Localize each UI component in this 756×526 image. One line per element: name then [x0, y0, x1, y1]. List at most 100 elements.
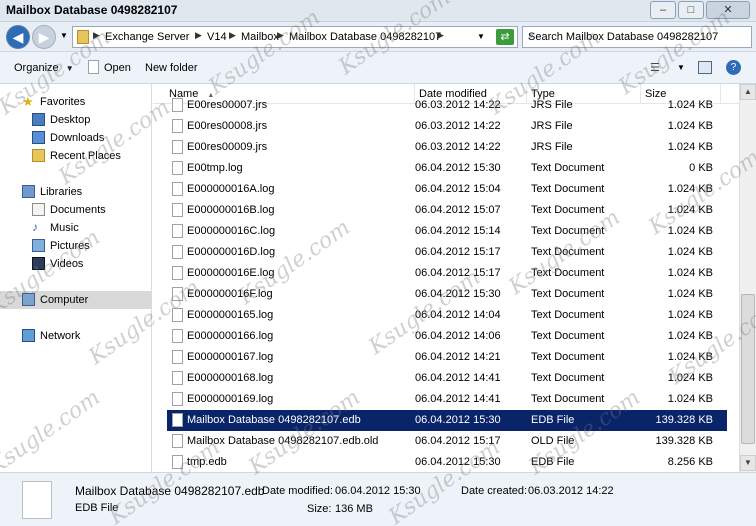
file-size: 1.024 KB [667, 120, 713, 132]
maximize-button[interactable]: □ [678, 1, 704, 19]
file-size: 1.024 KB [667, 267, 713, 279]
file-icon [172, 119, 183, 133]
file-name: Mailbox Database 0498282107.edb.old [187, 435, 379, 447]
back-arrow-icon: ◀ [12, 29, 24, 45]
file-row[interactable]: E0000000166.log 06.04.2012 14:06 Text Docu… [167, 326, 727, 347]
pictures-icon [32, 239, 45, 252]
file-size: 139.328 KB [655, 414, 714, 426]
file-date-modified: 06.04.2012 15:14 [415, 225, 501, 237]
file-row[interactable]: E000000016B.log 06.04.2012 15:07 Text Docu… [167, 200, 727, 221]
file-row[interactable]: Mailbox Database 0498282107.edb 06.04.201… [167, 410, 727, 431]
minimize-button[interactable]: – [650, 1, 676, 19]
file-row[interactable]: E000000016C.log 06.04.2012 15:14 Text Docu… [167, 221, 727, 242]
file-row[interactable]: tmp.edb 06.04.2012 15:30 EDB File 8.256 KB [167, 452, 727, 472]
file-row[interactable]: E00res00008.jrs 06.03.2012 14:22 JRS File 1… [167, 116, 727, 137]
file-row[interactable]: E0000000165.log 06.04.2012 14:04 Text Docu… [167, 305, 727, 326]
file-date-modified: 06.04.2012 15:07 [415, 204, 501, 216]
refresh-button[interactable]: ⇄ [496, 29, 514, 45]
forward-button[interactable]: ▶ [32, 25, 56, 49]
sidebar-item-desktop[interactable]: Desktop [0, 111, 152, 129]
music-icon: ♪ [32, 220, 38, 234]
file-name: Mailbox Database 0498282107.edb [187, 414, 361, 426]
organize-label: Organize [14, 62, 59, 74]
folder-icon [77, 30, 89, 44]
vertical-scrollbar[interactable]: ▲ ▼ [739, 84, 756, 472]
sidebar-item-downloads[interactable]: Downloads [0, 129, 152, 147]
sidebar-item-favorites[interactable]: ★ Favorites [0, 93, 152, 111]
breadcrumb-mailbox-database[interactable]: Mailbox Database 0498282107 [289, 31, 441, 43]
sidebar-item-pictures[interactable]: Pictures [0, 237, 152, 255]
file-row[interactable]: E0000000168.log 06.04.2012 14:41 Text Docu… [167, 368, 727, 389]
search-input[interactable]: Search Mailbox Database 0498282107 ⌕ [522, 26, 752, 48]
file-type: Text Document [531, 267, 605, 279]
address-field[interactable]: ▶ Exchange Server ▶ V14 ▶ Mailbox ▶ Mail… [72, 26, 518, 48]
help-icon[interactable]: ? [726, 60, 741, 75]
breadcrumb-separator-icon: ▶ [195, 30, 202, 40]
file-name: E00tmp.log [187, 162, 243, 174]
file-icon [172, 140, 183, 154]
file-type: Text Document [531, 288, 605, 300]
sidebar-item-computer[interactable]: Computer [0, 291, 152, 309]
file-row[interactable]: E00tmp.log 06.04.2012 15:30 Text Document 0… [167, 158, 727, 179]
breadcrumb-separator-icon: ▶ [277, 30, 284, 40]
file-row[interactable]: E000000016E.log 06.04.2012 15:17 Text Docu… [167, 263, 727, 284]
file-date-modified: 06.04.2012 15:04 [415, 183, 501, 195]
address-dropdown-icon[interactable]: ▼ [477, 32, 485, 41]
breadcrumb-exchange-server[interactable]: Exchange Server [105, 31, 189, 43]
view-dropdown-icon[interactable]: ▼ [677, 63, 685, 72]
sidebar-item-label: Music [50, 222, 79, 234]
file-icon [172, 203, 183, 217]
file-row[interactable]: E000000016D.log 06.04.2012 15:17 Text Docu… [167, 242, 727, 263]
file-icon [172, 98, 183, 112]
recent-pages-dropdown-icon[interactable]: ▼ [60, 31, 68, 40]
file-type: EDB File [531, 414, 575, 426]
close-button[interactable]: ✕ [706, 1, 750, 19]
scroll-thumb[interactable] [741, 294, 755, 444]
details-date-created: 06.03.2012 14:22 [528, 485, 614, 497]
file-icon [172, 455, 183, 469]
file-icon [172, 434, 183, 448]
file-type: Text Document [531, 204, 605, 216]
back-button[interactable]: ◀ [6, 25, 30, 49]
file-icon [172, 371, 183, 385]
sidebar-item-documents[interactable]: Documents [0, 201, 152, 219]
file-date-modified: 06.04.2012 14:04 [415, 309, 501, 321]
sidebar-item-network[interactable]: Network [0, 327, 152, 345]
file-row[interactable]: E0000000169.log 06.04.2012 14:41 Text Docu… [167, 389, 727, 410]
breadcrumb-mailbox[interactable]: Mailbox [241, 31, 279, 43]
organize-button[interactable]: Organize ▼ [14, 62, 74, 74]
file-row[interactable]: Mailbox Database 0498282107.edb.old 06.04… [167, 431, 727, 452]
file-row[interactable]: E00res00007.jrs 06.03.2012 14:22 JRS File 1… [167, 95, 727, 116]
sidebar-item-libraries[interactable]: Libraries [0, 183, 152, 201]
search-icon[interactable]: ⌕ [528, 30, 748, 43]
breadcrumb-separator-icon: ▶ [229, 30, 236, 40]
file-type: JRS File [531, 141, 573, 153]
file-row[interactable]: E000000016F.log 06.04.2012 15:30 Text Docu… [167, 284, 727, 305]
details-size: 136 MB [335, 503, 373, 515]
new-folder-button[interactable]: New folder [145, 62, 198, 74]
sidebar-item-label: Desktop [50, 114, 91, 126]
file-row[interactable]: E00res00009.jrs 06.03.2012 14:22 JRS File 1… [167, 137, 727, 158]
scroll-down-button[interactable]: ▼ [740, 455, 756, 471]
file-row[interactable]: E000000016A.log 06.04.2012 15:04 Text Docu… [167, 179, 727, 200]
file-name: E0000000167.log [187, 351, 274, 363]
file-name: E000000016C.log [187, 225, 276, 237]
file-icon [172, 182, 183, 196]
open-button[interactable]: Open [104, 62, 131, 74]
file-date-modified: 06.03.2012 14:22 [415, 120, 501, 132]
breadcrumb-v14[interactable]: V14 [207, 31, 227, 43]
file-name: tmp.edb [187, 456, 227, 468]
address-bar: ◀ ▶ ▼ ▶ Exchange Server ▶ V14 ▶ Mailbox … [0, 22, 756, 52]
file-icon [172, 245, 183, 259]
file-size: 1.024 KB [667, 309, 713, 321]
preview-pane-icon[interactable] [698, 61, 712, 74]
sidebar-item-videos[interactable]: Videos [0, 255, 152, 273]
view-options-icon[interactable]: ☰ [650, 61, 660, 74]
file-row[interactable]: E0000000167.log 06.04.2012 14:21 Text Docu… [167, 347, 727, 368]
details-date-modified-label: Date modified: [262, 485, 333, 497]
scroll-up-button[interactable]: ▲ [740, 84, 756, 100]
sidebar-item-music[interactable]: ♪ Music [0, 219, 152, 237]
file-name: E000000016A.log [187, 183, 275, 195]
sidebar-item-recent-places[interactable]: Recent Places [0, 147, 152, 165]
file-type: JRS File [531, 120, 573, 132]
